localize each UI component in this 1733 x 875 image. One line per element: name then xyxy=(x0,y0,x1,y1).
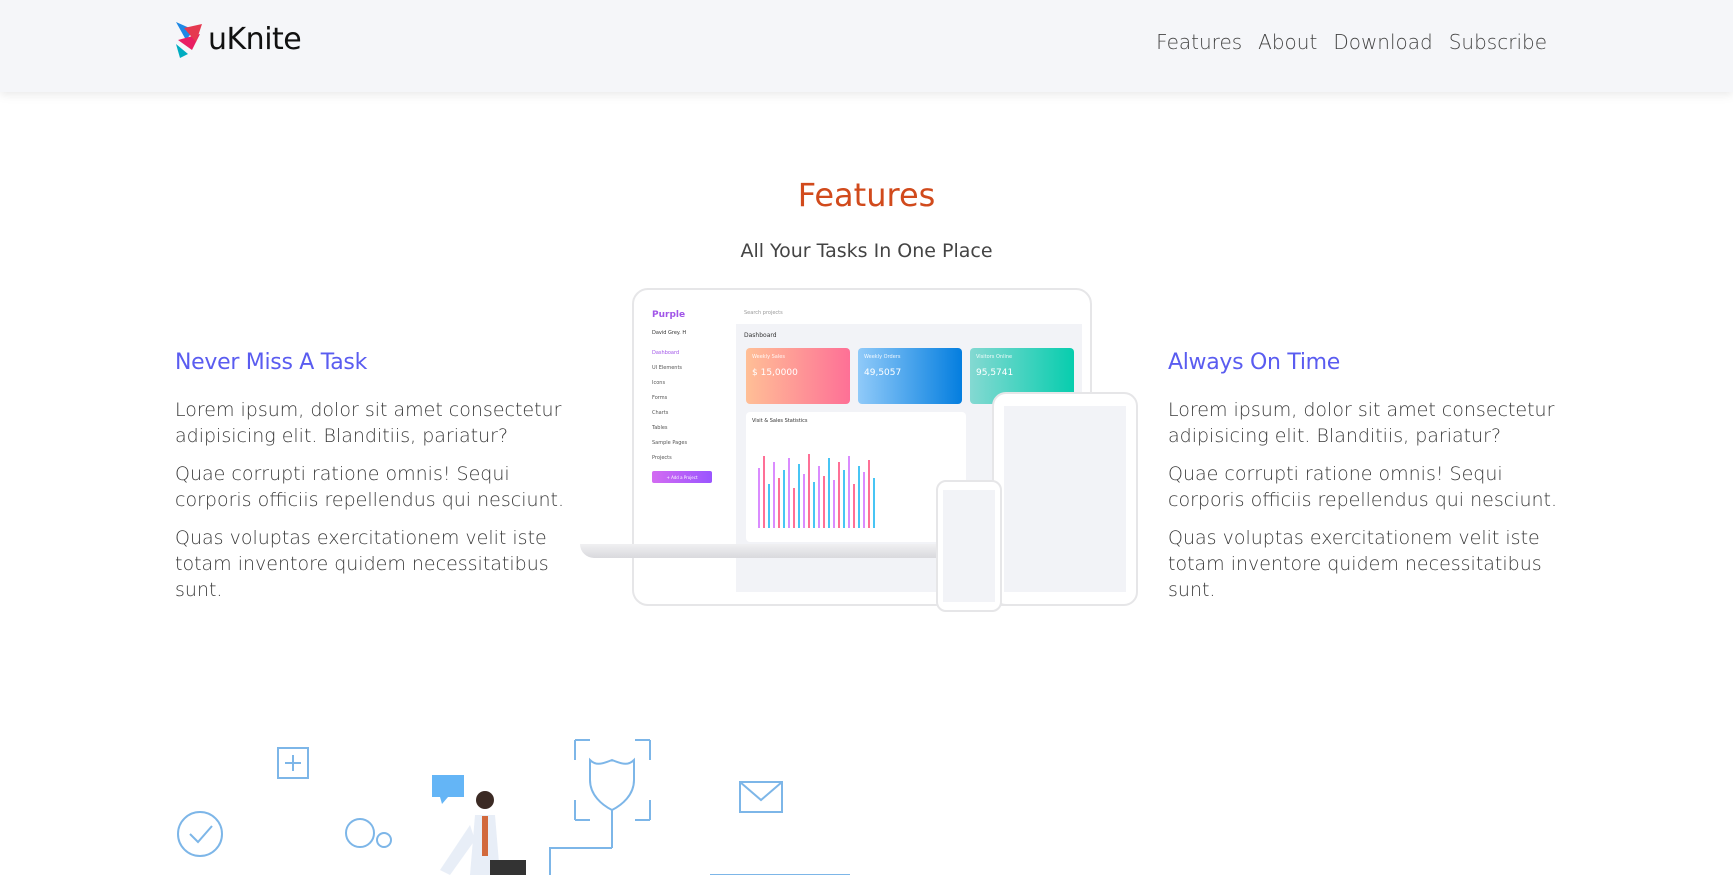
tablet-mockup xyxy=(992,392,1138,606)
dashboard-menu-item: Dashboard xyxy=(652,350,680,356)
team-illustration xyxy=(177,739,850,875)
feature-right: Always On Time Lorem ipsum, dolor sit am… xyxy=(1168,350,1558,615)
chat-bubble-icon xyxy=(432,775,464,797)
feature-right-paragraph: Lorem ipsum, dolor sit amet consectetur … xyxy=(1168,399,1555,447)
check-circle-icon xyxy=(177,811,223,857)
woman-figure xyxy=(440,791,526,875)
dashboard-menu-item: Forms xyxy=(652,395,668,401)
stat-card-value: 95,5741 xyxy=(976,368,1014,378)
gear-icon xyxy=(345,818,375,848)
logo[interactable]: uKnite xyxy=(174,18,302,60)
nav-about[interactable]: About xyxy=(1258,30,1317,54)
logo-text: uKnite xyxy=(208,21,302,57)
feature-right-paragraph: Quae corrupti ratione omnis! Sequi corpo… xyxy=(1168,463,1558,511)
dashboard-search: Search projects xyxy=(736,302,1082,324)
stat-card-label: Weekly Sales xyxy=(752,354,785,360)
feature-left: Never Miss A Task Lorem ipsum, dolor sit… xyxy=(175,350,565,615)
dashboard-projects-label: Projects xyxy=(652,455,672,461)
stat-card: Weekly Sales $ 15,0000 xyxy=(746,348,850,404)
logo-icon xyxy=(176,22,202,58)
add-project-button: + Add a Project xyxy=(652,471,712,483)
dashboard-menu-item: Icons xyxy=(652,380,666,386)
stats-chart-title: Visit & Sales Statistics xyxy=(752,418,808,424)
dashboard-menu-item: Sample Pages xyxy=(652,440,688,446)
dashboard-title: Dashboard xyxy=(744,332,777,339)
devices-mockup: Purple David Grey. H Dashboard UI Elemen… xyxy=(580,286,1150,646)
dashboard-menu-item: UI Elements xyxy=(652,365,683,371)
dashboard-menu-item: Tables xyxy=(652,425,668,431)
stat-card-label: Visitors Online xyxy=(976,354,1013,360)
feature-right-paragraph: Quas voluptas exercitationem velit iste … xyxy=(1168,527,1542,601)
feature-left-paragraph: Lorem ipsum, dolor sit amet consectetur … xyxy=(175,399,562,447)
stat-card-value: 49,5057 xyxy=(864,368,902,378)
feature-left-paragraph: Quae corrupti ratione omnis! Sequi corpo… xyxy=(175,463,565,511)
feature-right-heading: Always On Time xyxy=(1168,350,1341,375)
feature-left-heading: Never Miss A Task xyxy=(175,350,368,375)
dashboard-user: David Grey. H xyxy=(652,330,687,336)
main-nav: Features About Download Subscribe xyxy=(1156,30,1547,54)
site-header: uKnite Features About Download Subscribe xyxy=(0,0,1733,92)
nav-subscribe[interactable]: Subscribe xyxy=(1449,30,1547,54)
stat-card-label: Weekly Orders xyxy=(864,354,901,360)
stat-card: Weekly Orders 49,5057 xyxy=(858,348,962,404)
dashboard-menu: Dashboard UI Elements Icons Forms Charts… xyxy=(652,350,728,461)
features-title: Features xyxy=(797,176,936,214)
stats-bars xyxy=(758,448,954,528)
shield-icon xyxy=(589,757,635,812)
dashboard-menu-item: Charts xyxy=(652,410,669,416)
dashboard-brand: Purple xyxy=(652,310,686,320)
feature-left-paragraph: Quas voluptas exercitationem velit iste … xyxy=(175,527,549,601)
nav-download[interactable]: Download xyxy=(1333,30,1432,54)
features-subtitle: All Your Tasks In One Place xyxy=(740,240,993,262)
phone-mockup xyxy=(936,480,1002,612)
nav-features[interactable]: Features xyxy=(1156,30,1242,54)
scan-frame-icon xyxy=(574,739,651,821)
stats-chart-card: Visit & Sales Statistics xyxy=(746,412,966,542)
stat-card-value: $ 15,0000 xyxy=(752,368,798,378)
